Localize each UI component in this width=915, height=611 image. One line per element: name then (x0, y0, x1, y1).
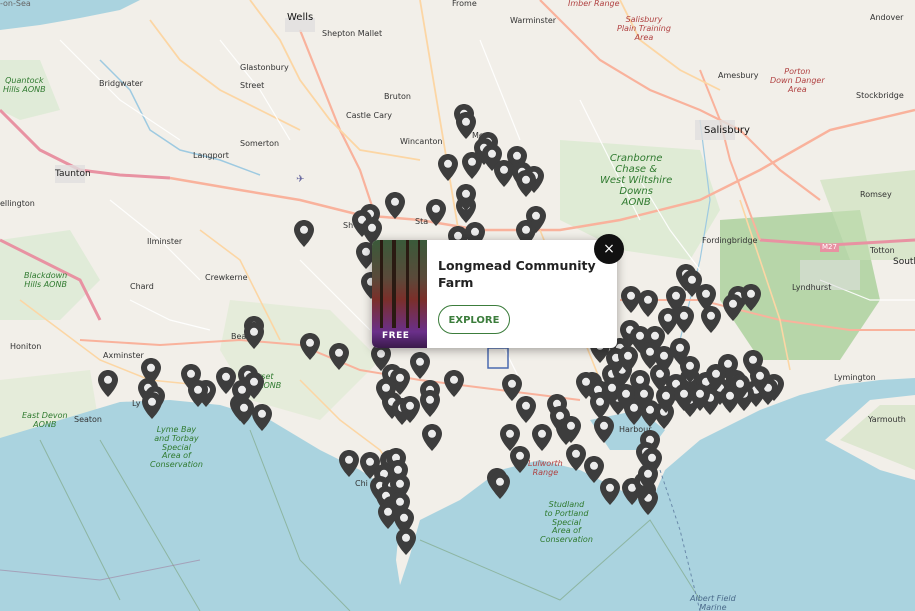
map-pin-icon[interactable] (410, 352, 430, 379)
label-lyndhurst: Lyndhurst (792, 283, 832, 292)
label-salisbury-plain: Salisbury Plain Training Area (617, 15, 671, 42)
label-shepton-mallet: Shepton Mallet (322, 29, 383, 38)
label-m27: M27 (820, 243, 839, 252)
map-pin-icon[interactable] (142, 392, 162, 419)
label-quantock-aonb: Quantock Hills AONB (3, 76, 46, 94)
label-wincanton: Wincanton (400, 137, 443, 146)
label-lulworth-range: Lulworth Range (528, 459, 563, 477)
map-pin-icon[interactable] (396, 528, 416, 555)
svg-text:✈: ✈ (296, 174, 304, 185)
label-bridgwater: Bridgwater (99, 79, 143, 88)
map-pin-icon[interactable] (680, 356, 700, 383)
label-chickerell: Chi (355, 479, 368, 488)
map-pin-icon[interactable] (706, 364, 726, 391)
map-pin-icon[interactable] (516, 396, 536, 423)
map-pin-icon[interactable] (701, 306, 721, 333)
explore-button[interactable]: EXPLORE (438, 305, 510, 334)
map-pin-icon[interactable] (234, 398, 254, 425)
map-pin-icon[interactable] (329, 343, 349, 370)
map-pin-icon[interactable] (566, 444, 586, 471)
map-pin-icon[interactable] (490, 472, 510, 499)
map-pin-icon[interactable] (244, 322, 264, 349)
label-langport: Langport (193, 151, 229, 160)
free-badge: FREE (382, 331, 410, 341)
map-pin-icon[interactable] (561, 416, 581, 443)
label-south: South (893, 257, 915, 267)
label-stockbridge: Stockbridge (856, 91, 904, 100)
label-yarmouth: Yarmouth (868, 415, 906, 424)
map-pin-icon[interactable] (594, 416, 614, 443)
label-fordingbridge: Fordingbridge (702, 236, 758, 245)
label-andover: Andover (870, 13, 904, 22)
label-warminster: Warminster (510, 16, 557, 25)
label-chard: Chard (130, 282, 154, 291)
label-street: Street (240, 81, 265, 90)
map-pin-icon[interactable] (400, 396, 420, 423)
label-salisbury: Salisbury (704, 125, 750, 136)
map-pin-icon[interactable] (634, 384, 654, 411)
place-popup: FREE Longmead Community Farm EXPLORE (372, 240, 617, 348)
label-castle-cary: Castle Cary (346, 111, 392, 120)
label-blackdown-aonb: Blackdown Hills AONB (24, 271, 68, 289)
map-pin-icon[interactable] (252, 404, 272, 431)
label-crewkerne: Crewkerne (205, 273, 248, 282)
map-pin-icon[interactable] (730, 374, 750, 401)
label-porton-down: Porton Down Danger Area (770, 67, 825, 94)
map-pin-icon[interactable] (456, 112, 476, 139)
map-pin-icon[interactable] (339, 450, 359, 477)
label-albert-field: Albert Field Marine (690, 594, 736, 611)
map-pin-icon[interactable] (426, 199, 446, 226)
label-cranborne-aonb: Cranborne Chase & West Wiltshire Downs A… (600, 153, 673, 208)
label-wells: Wells (287, 12, 314, 23)
label-top-left: -on-Sea (0, 0, 31, 8)
label-lyme-bay-sac: Lyme Bay and Torbay Special Area of Cons… (150, 425, 203, 470)
label-glastonbury: Glastonbury (240, 63, 289, 72)
label-taunton: Taunton (55, 169, 91, 179)
label-bruton: Bruton (384, 92, 411, 101)
label-axminster: Axminster (103, 351, 144, 360)
map-pin-icon[interactable] (638, 464, 658, 491)
map-pin-icon[interactable] (188, 380, 208, 407)
map-pin-icon[interactable] (510, 446, 530, 473)
label-east-devon-aonb: East Devon AONB (22, 411, 68, 429)
map-pin-icon[interactable] (616, 384, 636, 411)
label-ilminster: Ilminster (147, 237, 183, 246)
map-pin-icon[interactable] (294, 220, 314, 247)
map-pin-icon[interactable] (516, 170, 536, 197)
label-honiton: Honiton (10, 342, 42, 351)
map-pin-icon[interactable] (300, 333, 320, 360)
label-somerton: Somerton (240, 139, 280, 148)
label-seaton: Seaton (74, 415, 103, 424)
map-pin-icon[interactable] (723, 294, 743, 321)
map-pin-icon[interactable] (462, 152, 482, 179)
map-pin-icon[interactable] (750, 366, 770, 393)
map-pin-icon[interactable] (420, 390, 440, 417)
map-pin-icon[interactable] (385, 192, 405, 219)
map-pin-icon[interactable] (532, 424, 552, 451)
map-pin-icon[interactable] (638, 290, 658, 317)
label-wellington: ellington (0, 199, 35, 208)
label-lymington: Lymington (834, 373, 876, 382)
map-pin-icon[interactable] (656, 386, 676, 413)
label-romsey: Romsey (860, 190, 892, 199)
map-pin-icon[interactable] (444, 370, 464, 397)
map-pin-icon[interactable] (576, 372, 596, 399)
map-pin-icon[interactable] (438, 154, 458, 181)
map-pin-icon[interactable] (494, 160, 514, 187)
map-pin-icon[interactable] (600, 478, 620, 505)
label-totton: Totton (870, 246, 895, 255)
map-pin-icon[interactable] (98, 370, 118, 397)
map-canvas[interactable]: ✈ Wells Frome Warminster Andover Shepton… (0, 0, 915, 611)
popup-thumbnail[interactable]: FREE (372, 240, 427, 348)
map-pin-icon[interactable] (618, 346, 638, 373)
map-pin-icon[interactable] (456, 184, 476, 211)
label-frome: Frome (452, 0, 477, 8)
label-amesbury: Amesbury (718, 71, 759, 80)
close-icon[interactable]: × (594, 234, 624, 264)
map-pin-icon[interactable] (422, 424, 442, 451)
popup-title[interactable]: Longmead Community Farm (438, 257, 608, 291)
label-studland-sac: Studland to Portland Special Area of Con… (540, 500, 593, 545)
label-imber-range: Imber Range (568, 0, 620, 8)
map-pin-icon[interactable] (741, 284, 761, 311)
